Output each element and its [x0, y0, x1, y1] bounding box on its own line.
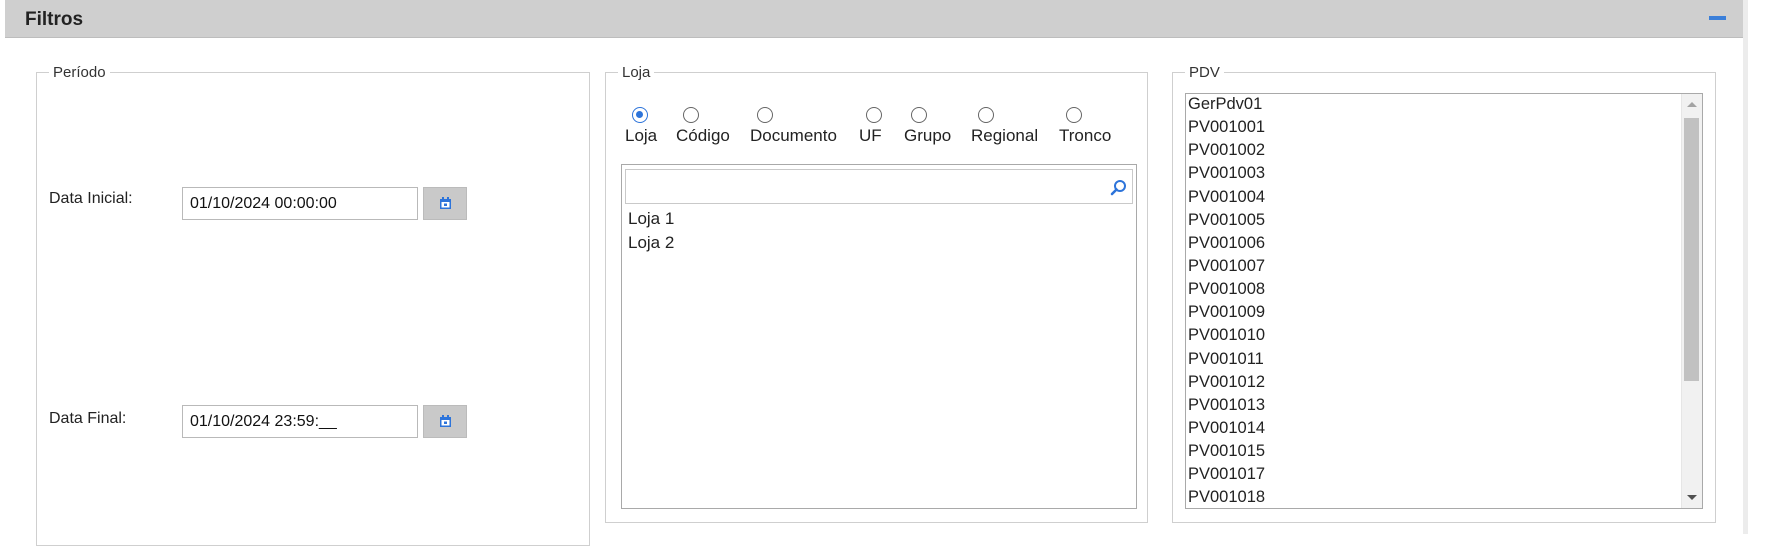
- radio-documento-label: Documento: [750, 126, 837, 145]
- pdv-item[interactable]: PV001004: [1188, 188, 1265, 207]
- pdv-item[interactable]: PV001009: [1188, 303, 1265, 322]
- pdv-item[interactable]: PV001007: [1188, 257, 1265, 276]
- pdv-item[interactable]: PV001002: [1188, 141, 1265, 160]
- filters-header: Filtros: [5, 0, 1743, 38]
- radio-grupo-label: Grupo: [904, 126, 952, 145]
- pdv-item[interactable]: PV001006: [1188, 234, 1265, 253]
- data-final-input[interactable]: [182, 405, 418, 438]
- minus-icon[interactable]: [1709, 16, 1726, 20]
- radio-uf-label: UF: [859, 126, 882, 145]
- pdv-item[interactable]: PV001001: [1188, 118, 1265, 137]
- pdv-item[interactable]: PV001010: [1188, 326, 1265, 345]
- radio-tronco-label: Tronco: [1059, 126, 1112, 145]
- pdv-item[interactable]: PV001013: [1188, 396, 1265, 415]
- search-icon[interactable]: [1110, 179, 1127, 196]
- loja-search-input[interactable]: [626, 170, 1096, 203]
- pdv-scroll-thumb[interactable]: [1684, 118, 1699, 381]
- loja-search: [625, 169, 1133, 204]
- pdv-item[interactable]: PV001005: [1188, 211, 1265, 230]
- radio-loja-label: Loja: [625, 126, 658, 145]
- scroll-up-arrow-icon[interactable]: [1682, 96, 1702, 114]
- radio-tronco-circle[interactable]: [1066, 107, 1082, 123]
- data-inicial-calendar-button[interactable]: [423, 187, 467, 220]
- loja-item[interactable]: Loja 1: [628, 209, 674, 229]
- radio-uf-circle[interactable]: [866, 107, 882, 123]
- loja-list[interactable]: Loja 1 Loja 2: [621, 164, 1137, 509]
- radio-codigo-circle[interactable]: [683, 107, 699, 123]
- periodo-legend: Período: [53, 64, 106, 81]
- periodo-group: Período: [36, 64, 590, 546]
- radio-regional-circle[interactable]: [978, 107, 994, 123]
- loja-item[interactable]: Loja 2: [628, 233, 674, 253]
- data-inicial-input[interactable]: [182, 187, 418, 220]
- pdv-item[interactable]: GerPdv01: [1188, 95, 1262, 114]
- radio-codigo-label: Código: [676, 126, 730, 145]
- pdv-item[interactable]: PV001008: [1188, 280, 1265, 299]
- calendar-icon: [439, 197, 451, 209]
- radio-grupo-circle[interactable]: [911, 107, 927, 123]
- page-scroll-strip: [1743, 0, 1748, 534]
- pdv-item[interactable]: PV001012: [1188, 373, 1265, 392]
- radio-regional-label: Regional: [971, 126, 1039, 145]
- data-final-label: Data Final:: [49, 410, 127, 427]
- radio-loja-circle[interactable]: [632, 107, 648, 123]
- calendar-icon: [439, 415, 451, 427]
- pdv-item[interactable]: PV001018: [1188, 488, 1265, 507]
- pdv-item[interactable]: PV001011: [1188, 350, 1264, 369]
- radio-documento-circle[interactable]: [757, 107, 773, 123]
- pdv-list[interactable]: GerPdv01 PV001001 PV001002 PV001003 PV00…: [1185, 93, 1703, 509]
- pdv-item[interactable]: PV001015: [1188, 442, 1265, 461]
- scroll-down-arrow-icon[interactable]: [1682, 488, 1702, 506]
- loja-legend: Loja: [622, 64, 651, 81]
- pdv-item[interactable]: PV001017: [1188, 465, 1265, 484]
- pdv-legend: PDV: [1189, 64, 1220, 81]
- data-inicial-label: Data Inicial:: [49, 190, 133, 207]
- filters-title: Filtros: [25, 9, 84, 30]
- pdv-item[interactable]: PV001003: [1188, 164, 1265, 183]
- pdv-scrollbar[interactable]: [1681, 94, 1702, 508]
- pdv-item[interactable]: PV001014: [1188, 419, 1265, 438]
- data-final-calendar-button[interactable]: [423, 405, 467, 438]
